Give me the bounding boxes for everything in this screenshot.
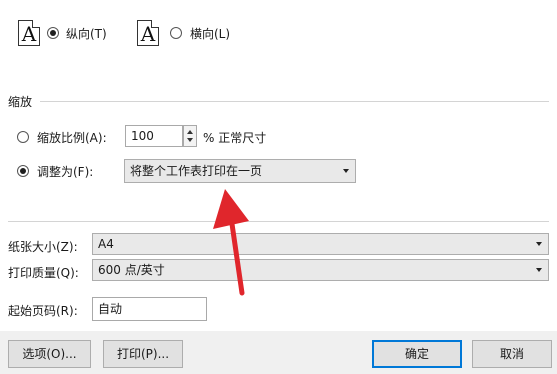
fit-to-value: 将整个工作表打印在一页 [130, 164, 263, 178]
annotation-arrow-shaft [228, 214, 245, 296]
annotation-arrow-head [213, 189, 249, 229]
spin-up-icon[interactable] [187, 130, 193, 134]
scale-percent-label: 缩放比例(A): [37, 131, 107, 145]
paper-size-value: A4 [98, 237, 114, 251]
landscape-radio[interactable] [170, 27, 182, 39]
scaling-divider [40, 101, 549, 102]
print-quality-dropdown[interactable]: 600 点/英寸 [92, 259, 549, 281]
start-page-label: 起始页码(R): [8, 304, 78, 318]
cancel-button[interactable]: 取消 [472, 340, 552, 368]
landscape-page-icon: A [137, 20, 159, 46]
paper-divider [8, 221, 549, 222]
fit-to-radio[interactable] [17, 165, 29, 177]
paper-size-dropdown[interactable]: A4 [92, 233, 549, 255]
landscape-label: 横向(L) [190, 27, 231, 41]
scale-percent-spinner[interactable] [183, 125, 197, 147]
print-button[interactable]: 打印(P)... [103, 340, 183, 368]
portrait-label: 纵向(T) [66, 27, 107, 41]
fit-to-dropdown[interactable]: 将整个工作表打印在一页 [124, 159, 356, 183]
chevron-down-icon [536, 242, 542, 246]
options-button[interactable]: 选项(O)... [8, 340, 91, 368]
spin-down-icon[interactable] [187, 138, 193, 142]
chevron-down-icon [536, 268, 542, 272]
scaling-section-title: 缩放 [8, 95, 33, 109]
print-quality-label: 打印质量(Q): [8, 266, 79, 280]
scale-percent-radio[interactable] [17, 131, 29, 143]
scale-percent-input[interactable]: 100 [125, 125, 183, 147]
ok-button[interactable]: 确定 [372, 340, 462, 368]
paper-size-label: 纸张大小(Z): [8, 240, 78, 254]
scale-percent-suffix: % 正常尺寸 [203, 131, 267, 145]
start-page-input[interactable]: 自动 [92, 297, 207, 321]
portrait-page-icon: A [18, 20, 40, 46]
annotation-arrow [213, 189, 249, 296]
chevron-down-icon [343, 169, 349, 173]
portrait-radio[interactable] [47, 27, 59, 39]
fit-to-label: 调整为(F): [37, 165, 94, 179]
print-quality-value: 600 点/英寸 [98, 263, 165, 277]
